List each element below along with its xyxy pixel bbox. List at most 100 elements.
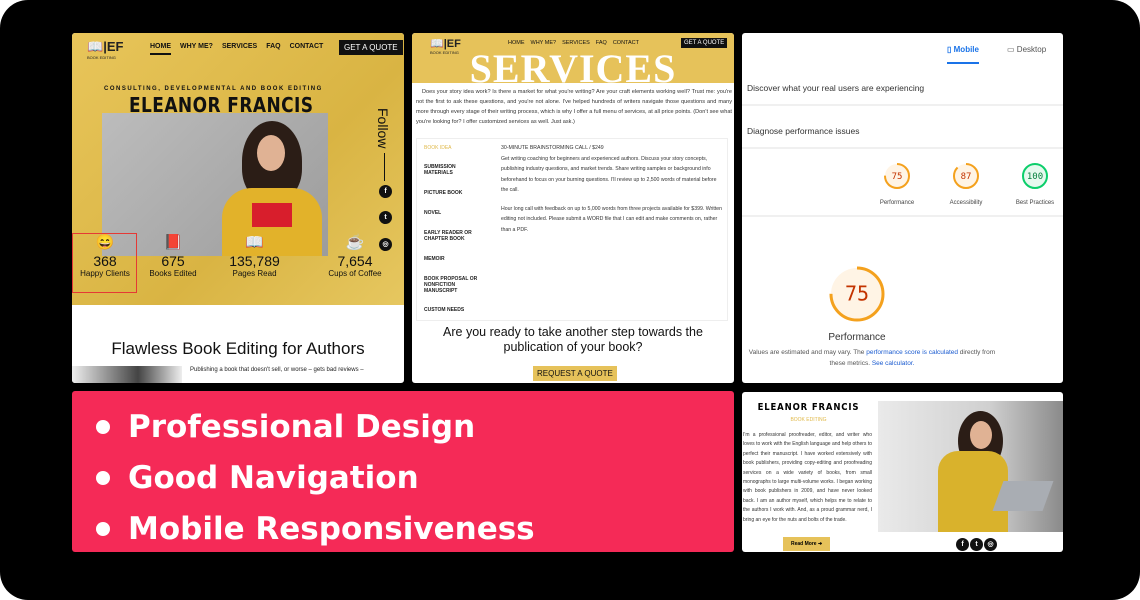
bullet-icon <box>96 521 110 536</box>
gauge-performance[interactable]: 75 Performance <box>875 161 919 206</box>
section-heading: Flawless Book Editing for Authors <box>111 339 365 358</box>
discover-section[interactable]: Discover what your real users are experi… <box>747 83 924 93</box>
main-nav: HOME WHY ME? SERVICES FAQ CONTACT <box>508 40 639 46</box>
diagnose-section[interactable]: Diagnose performance issues <box>747 126 859 136</box>
tab-custom-needs[interactable]: CUSTOM NEEDS <box>417 307 464 313</box>
get-quote-button[interactable]: GET A QUOTE <box>339 40 403 55</box>
book-logo-icon: 📖 <box>87 39 104 54</box>
tab-picture-book[interactable]: PICTURE BOOK <box>417 190 462 196</box>
content-paragraph: Hour long call with feedback on up to 5,… <box>501 205 723 233</box>
feature-item: Mobile Responsiveness <box>96 503 734 554</box>
score-note: Values are estimated and may vary. The p… <box>748 349 996 367</box>
hero-section: 📖|EF BOOK EDITING HOME WHY ME? SERVICES F… <box>72 33 404 305</box>
home-page-screenshot: 📖|EF BOOK EDITING HOME WHY ME? SERVICES F… <box>72 33 404 383</box>
gauge-label: Accessibility <box>949 200 983 206</box>
tab-desktop[interactable]: ▭ Desktop <box>1007 45 1046 54</box>
calculator-link[interactable]: See calculator. <box>872 360 915 367</box>
smile-icon: 😄 <box>95 234 115 251</box>
pagespeed-screenshot: ▯ Mobile ▭ Desktop Discover what your re… <box>742 33 1063 383</box>
nav-contact[interactable]: CONTACT <box>613 40 639 46</box>
bullet-icon <box>96 419 110 434</box>
nav-faq[interactable]: FAQ <box>596 40 607 46</box>
gauge-label: Performance <box>879 200 915 206</box>
nav-services[interactable]: SERVICES <box>222 43 257 55</box>
nav-faq[interactable]: FAQ <box>266 43 280 55</box>
about-text: I'm a professional proofreader, editor, … <box>743 432 872 523</box>
cta-heading: Are you ready to take another step towar… <box>443 325 703 354</box>
hero-name: ELEANOR FRANCIS <box>129 93 314 117</box>
reader-icon: 📖 <box>245 234 264 251</box>
main-nav: HOME WHY ME? SERVICES FAQ CONTACT <box>150 43 323 55</box>
stat-value: 675 <box>161 253 185 269</box>
tab-mobile[interactable]: ▯ Mobile <box>947 45 979 64</box>
stat-pages-read: 📖 135,789 Pages Read <box>217 233 292 278</box>
stat-value: 7,654 <box>337 253 373 269</box>
facebook-icon[interactable]: f <box>956 538 969 551</box>
logo-text: EF <box>106 39 124 54</box>
nav-contact[interactable]: CONTACT <box>290 43 324 55</box>
twitter-icon[interactable]: t <box>970 538 983 551</box>
stat-label: Cups of Coffee <box>328 269 382 278</box>
tab-memoir[interactable]: MEMOIR <box>417 256 445 262</box>
author-photo <box>878 401 1063 532</box>
gauge-best-practices[interactable]: 100 Best Practices <box>1010 161 1060 206</box>
tab-submission-materials[interactable]: SUBMISSION MATERIALS <box>417 164 477 176</box>
twitter-icon[interactable]: t <box>379 211 392 224</box>
nav-home[interactable]: HOME <box>150 43 171 55</box>
stat-label: Books Edited <box>149 269 197 278</box>
stat-books-edited: 📕 675 Books Edited <box>142 233 204 278</box>
services-intro: Does your story idea work? Is there a ma… <box>416 89 732 125</box>
logo[interactable]: 📖|EF BOOK EDITING <box>87 39 123 60</box>
nav-services[interactable]: SERVICES <box>562 40 590 46</box>
main-performance-gauge: 75 Performance <box>827 265 887 343</box>
feature-item: Professional Design <box>96 401 734 452</box>
read-more-button[interactable]: Read More ➔ <box>783 537 831 551</box>
about-subtitle: BOOK EDITING <box>790 417 827 423</box>
features-banner: Professional Design Good Navigation Mobi… <box>72 391 734 552</box>
about-mobile-screenshot: ELEANOR FRANCIS BOOK EDITING I'm a profe… <box>742 392 1063 552</box>
stat-value: 135,789 <box>229 253 280 269</box>
stat-cups-coffee: ☕ 7,654 Cups of Coffee <box>320 233 390 278</box>
logo[interactable]: 📖|EF BOOK EDITING <box>430 37 461 55</box>
gauge-value: 87 <box>961 172 972 182</box>
stat-label: Happy Clients <box>80 269 130 278</box>
book-logo-icon: 📖 <box>430 38 444 50</box>
feature-item: Good Navigation <box>96 452 734 503</box>
logo-text: EF <box>446 38 461 50</box>
nav-home[interactable]: HOME <box>508 40 525 46</box>
gauge-label: Best Practices <box>1015 200 1055 206</box>
tab-content: 30-MINUTE BRAINSTORMING CALL / $249 Get … <box>501 143 723 235</box>
stat-happy-clients: 😄 368 Happy Clients <box>74 233 136 278</box>
phone-icon: ▯ <box>947 45 952 54</box>
nav-why-me[interactable]: WHY ME? <box>180 43 213 55</box>
get-quote-button[interactable]: GET A QUOTE <box>681 38 728 48</box>
stat-value: 368 <box>93 253 117 269</box>
gauge-label: Performance <box>828 332 886 343</box>
divider <box>384 153 385 181</box>
tab-early-reader[interactable]: EARLY READER OR CHAPTER BOOK <box>417 230 487 242</box>
divider <box>742 104 1063 106</box>
divider <box>742 215 1063 217</box>
tab-book-proposal[interactable]: BOOK PROPOSAL OR NONFICTION MANUSCRIPT <box>417 276 482 294</box>
divider <box>742 147 1063 149</box>
tab-label: Desktop <box>1016 45 1047 54</box>
nav-why-me[interactable]: WHY ME? <box>531 40 557 46</box>
gauge-value: 75 <box>845 282 869 306</box>
author-thumbnail <box>72 366 182 383</box>
gauge-accessibility[interactable]: 87 Accessibility <box>943 161 989 206</box>
tab-label: Mobile <box>953 45 979 54</box>
gauge-value: 100 <box>1027 172 1043 182</box>
logo-sub: BOOK EDITING <box>87 55 116 60</box>
laptop-icon: ▭ <box>1007 45 1015 54</box>
facebook-icon[interactable]: f <box>379 185 392 198</box>
score-link[interactable]: performance score is calculated <box>866 349 958 356</box>
request-quote-button[interactable]: REQUEST A QUOTE <box>533 366 617 381</box>
gauge-value: 75 <box>892 172 903 182</box>
bullet-icon <box>96 470 110 485</box>
tab-book-idea[interactable]: BOOK IDEA <box>417 145 452 151</box>
content-paragraph: Get writing coaching for beginners and e… <box>501 155 717 194</box>
logo-sub: BOOK EDITING <box>430 50 459 55</box>
tab-novel[interactable]: NOVEL <box>417 210 441 216</box>
content-title: 30-MINUTE BRAINSTORMING CALL / $249 <box>501 145 604 151</box>
instagram-icon[interactable]: ◎ <box>984 538 997 551</box>
